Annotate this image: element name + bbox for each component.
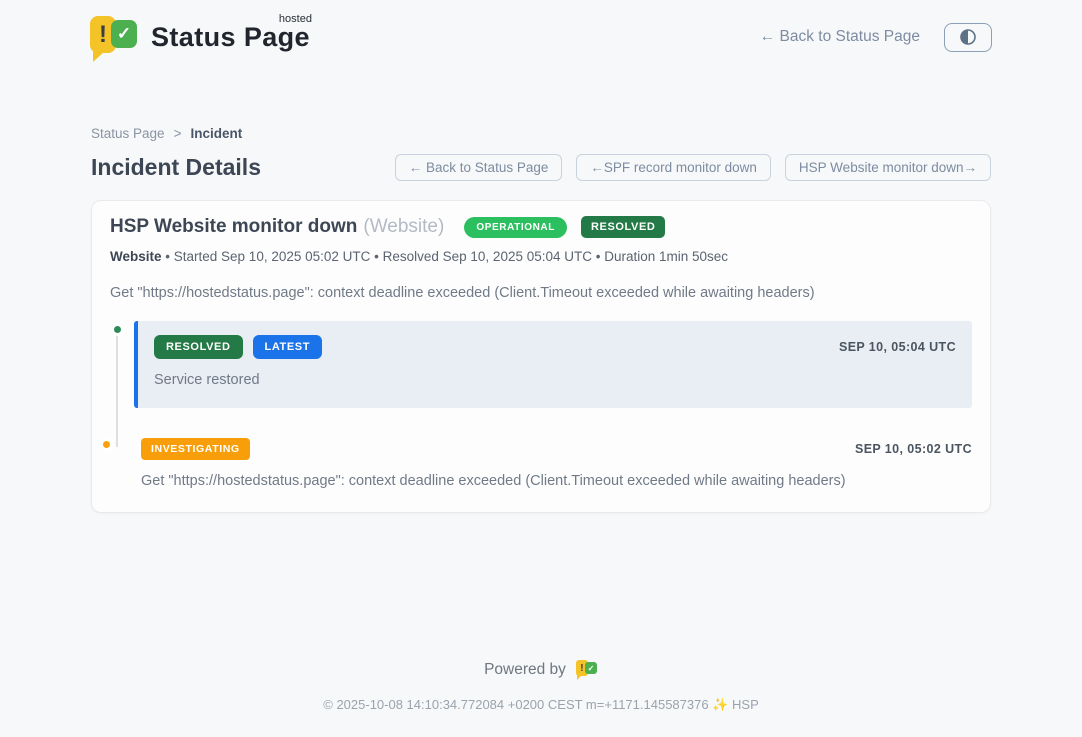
brand-name: Status Page bbox=[151, 22, 310, 52]
timeline-entry-message: Service restored bbox=[154, 372, 956, 388]
copyright-line: © 2025-10-08 14:10:34.772084 +0200 CEST … bbox=[0, 697, 1082, 713]
contrast-icon bbox=[959, 28, 977, 46]
timeline-entry-head: RESOLVED LATEST SEP 10, 05:04 UTC bbox=[154, 335, 956, 359]
page-title: Incident Details bbox=[91, 154, 261, 181]
main-content: Status Page > Incident Incident Details … bbox=[91, 126, 991, 513]
investigating-badge: INVESTIGATING bbox=[141, 438, 250, 460]
timeline-entry-resolved: RESOLVED LATEST SEP 10, 05:04 UTC Servic… bbox=[134, 321, 972, 408]
operational-status-badge: OPERATIONAL bbox=[464, 217, 567, 238]
theme-toggle-button[interactable] bbox=[944, 23, 992, 52]
header: ! ✓ Status Page hosted ← Back to Status … bbox=[60, 14, 1022, 60]
next-incident-button[interactable]: HSP Website monitor down→ bbox=[785, 154, 991, 181]
status-page-mini-logo-icon: ! ✓ bbox=[576, 659, 598, 680]
footer: Powered by ! ✓ © 2025-10-08 14:10:34.772… bbox=[0, 659, 1082, 737]
resolved-badge: RESOLVED bbox=[154, 335, 243, 359]
logo-checkmark-icon: ✓ bbox=[111, 20, 137, 48]
timeline-connector-line bbox=[116, 335, 118, 447]
powered-by-label: Powered by bbox=[484, 661, 566, 679]
meta-component-name: Website bbox=[110, 249, 162, 264]
brand-superscript: hosted bbox=[279, 13, 312, 25]
copyright-brand: HSP bbox=[732, 697, 759, 712]
copyright-text: © 2025-10-08 14:10:34.772084 +0200 CEST … bbox=[323, 697, 708, 712]
incident-component: (Website) bbox=[363, 216, 444, 238]
timeline-entry-badges: INVESTIGATING bbox=[141, 438, 250, 460]
timeline-entry-head: INVESTIGATING SEP 10, 05:02 UTC bbox=[141, 438, 972, 460]
incident-nav-buttons: ← Back to Status Page ←SPF record monito… bbox=[395, 154, 991, 181]
brand-text: Status Page hosted bbox=[151, 22, 310, 53]
breadcrumb-root[interactable]: Status Page bbox=[91, 126, 165, 141]
mini-logo-checkmark-icon: ✓ bbox=[585, 662, 597, 674]
title-row: Incident Details ← Back to Status Page ←… bbox=[91, 154, 991, 181]
back-to-status-page-link[interactable]: ← Back to Status Page bbox=[760, 28, 920, 46]
breadcrumb: Status Page > Incident bbox=[91, 126, 991, 141]
header-actions: ← Back to Status Page bbox=[760, 23, 992, 52]
brand-logo[interactable]: ! ✓ Status Page hosted bbox=[90, 14, 310, 60]
incident-card: HSP Website monitor down (Website) OPERA… bbox=[91, 200, 991, 513]
breadcrumb-current: Incident bbox=[190, 126, 242, 141]
latest-badge: LATEST bbox=[253, 335, 323, 359]
sparkles-icon: ✨ bbox=[712, 697, 728, 712]
timeline-entry-timestamp: SEP 10, 05:04 UTC bbox=[839, 340, 956, 354]
incident-description: Get "https://hostedstatus.page": context… bbox=[110, 285, 972, 301]
logo-bubble-tail bbox=[93, 51, 105, 62]
prev-incident-button[interactable]: ←SPF record monitor down bbox=[576, 154, 771, 181]
timeline-dot-investigating-icon bbox=[100, 438, 113, 451]
mini-logo-bubble-tail bbox=[577, 675, 582, 680]
timeline-entry-investigating: INVESTIGATING SEP 10, 05:02 UTC Get "htt… bbox=[134, 438, 972, 489]
incident-meta: Website • Started Sep 10, 2025 05:02 UTC… bbox=[110, 249, 972, 264]
breadcrumb-separator: > bbox=[174, 126, 182, 141]
incident-card-header: HSP Website monitor down (Website) OPERA… bbox=[110, 216, 972, 238]
incident-timeline: RESOLVED LATEST SEP 10, 05:04 UTC Servic… bbox=[110, 321, 972, 489]
back-to-status-page-button[interactable]: ← Back to Status Page bbox=[395, 154, 563, 181]
status-page-logo-icon: ! ✓ bbox=[90, 14, 138, 60]
resolved-status-badge: RESOLVED bbox=[581, 216, 666, 238]
meta-details: • Started Sep 10, 2025 05:02 UTC • Resol… bbox=[165, 249, 728, 264]
timeline-entry-timestamp: SEP 10, 05:02 UTC bbox=[855, 442, 972, 456]
timeline-entry-message: Get "https://hostedstatus.page": context… bbox=[141, 473, 972, 489]
powered-by-link[interactable]: Powered by ! ✓ bbox=[0, 659, 1082, 680]
timeline-entry-badges: RESOLVED LATEST bbox=[154, 335, 322, 359]
timeline-dot-resolved-icon bbox=[111, 323, 124, 336]
incident-title: HSP Website monitor down bbox=[110, 216, 357, 238]
